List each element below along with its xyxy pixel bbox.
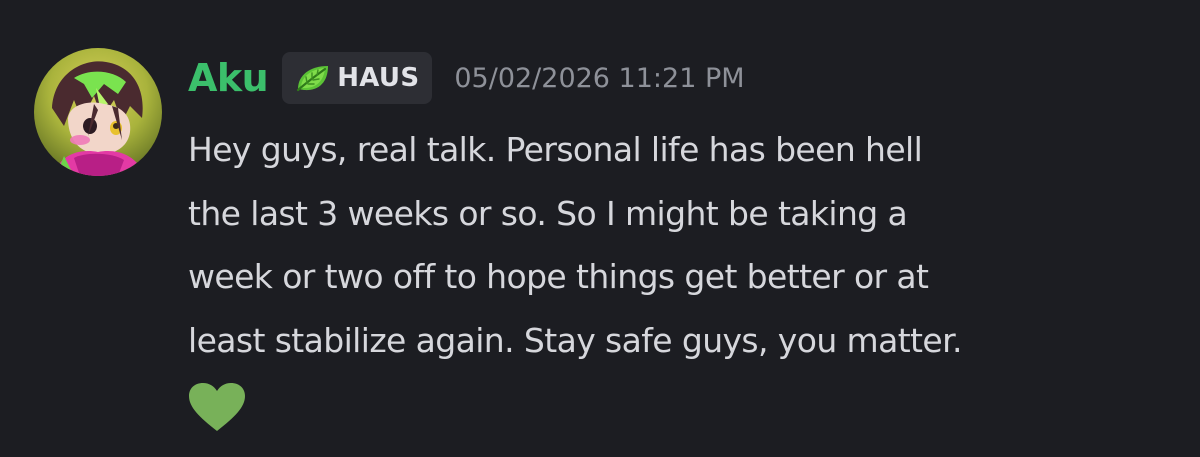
message-content-line: Hey guys, real talk. Personal life has b… (188, 130, 923, 169)
green-heart-emoji[interactable] (187, 381, 247, 433)
username[interactable]: Aku (188, 56, 269, 100)
avatar-image (34, 48, 162, 176)
user-avatar[interactable] (34, 48, 162, 176)
message-content-line: least stabilize again. Stay safe guys, y… (188, 320, 963, 360)
message-content: Hey guys, real talk. Personal life has b… (188, 118, 1188, 372)
leaf-icon (297, 66, 329, 92)
message-content-line: week or two off to hope things get bette… (188, 257, 929, 296)
server-tag-label: HAUS (337, 63, 420, 93)
message-content-line: the last 3 weeks or so. So I might be ta… (188, 193, 908, 233)
server-tag[interactable]: HAUS (282, 52, 433, 104)
chat-message: Aku HAUS 05/02/2026 11:21 PM Hey guys, r… (0, 0, 1200, 457)
message-header: Aku HAUS 05/02/2026 11:21 PM (188, 50, 745, 106)
message-timestamp[interactable]: 05/02/2026 11:21 PM (454, 63, 744, 94)
